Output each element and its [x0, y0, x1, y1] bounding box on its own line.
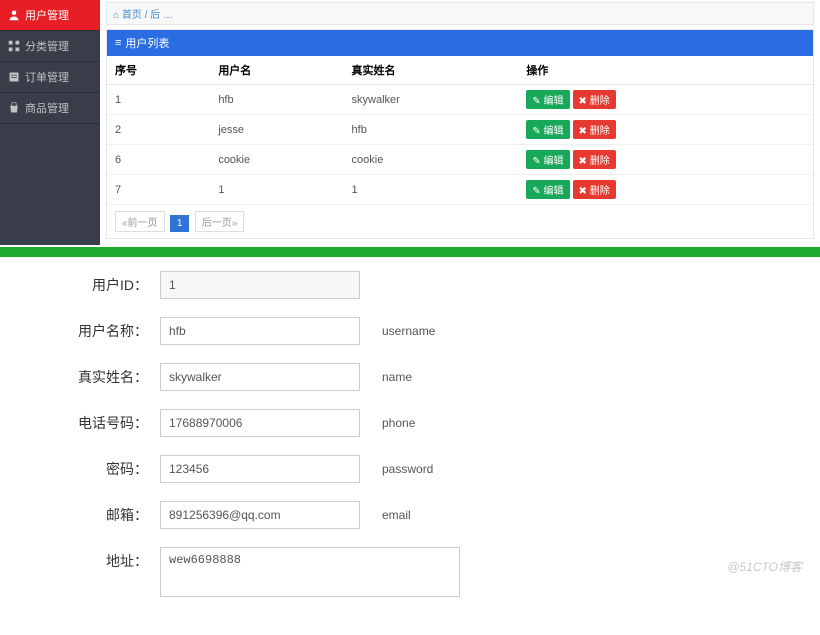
form-hint: username	[382, 317, 435, 345]
form-hint: name	[382, 363, 412, 391]
form-label: 用户ID：	[0, 271, 160, 299]
form-row: 电话号码： phone	[0, 409, 820, 437]
cell-realname: cookie	[344, 145, 519, 175]
form-label: 用户名称：	[0, 317, 160, 345]
cell-username: jesse	[210, 115, 343, 145]
sidebar-item-product[interactable]: 商品管理	[0, 93, 100, 124]
delete-button[interactable]: ✖ 删除	[573, 120, 616, 139]
user-icon	[8, 9, 20, 21]
divider-bar	[0, 247, 820, 257]
sidebar-item-category[interactable]: 分类管理	[0, 31, 100, 62]
col-username: 用户名	[210, 56, 343, 85]
delete-button[interactable]: ✖ 删除	[573, 150, 616, 169]
form-row: 邮箱： email	[0, 501, 820, 529]
form-input[interactable]	[160, 501, 360, 529]
edit-button[interactable]: ✎ 编辑	[526, 120, 569, 139]
edit-button[interactable]: ✎ 编辑	[526, 180, 569, 199]
cell-actions: ✎ 编辑✖ 删除	[518, 85, 813, 115]
cell-actions: ✎ 编辑✖ 删除	[518, 145, 813, 175]
panel-header: ≡ 用户列表	[107, 30, 813, 56]
cell-actions: ✎ 编辑✖ 删除	[518, 175, 813, 205]
form-label: 密码：	[0, 455, 160, 483]
edit-form: 用户ID： 用户名称： username 真实姓名： name 电话号码： phone 密码：…	[0, 257, 820, 635]
edit-button[interactable]: ✎ 编辑	[526, 150, 569, 169]
cell-id: 7	[107, 175, 210, 205]
cell-realname: skywalker	[344, 85, 519, 115]
form-row: 真实姓名： name	[0, 363, 820, 391]
watermark: @51CTO博客	[727, 558, 802, 575]
order-icon	[8, 71, 20, 83]
form-hint: password	[382, 455, 433, 483]
panel-title: 用户列表	[125, 35, 169, 51]
form-hint: phone	[382, 409, 415, 437]
cell-realname: hfb	[344, 115, 519, 145]
sidebar-item-users[interactable]: 用户管理	[0, 0, 100, 31]
sidebar-item-order[interactable]: 订单管理	[0, 62, 100, 93]
delete-button[interactable]: ✖ 删除	[573, 90, 616, 109]
form-label: 邮箱：	[0, 501, 160, 529]
breadcrumb-text: 首页 / 后 …	[122, 10, 173, 21]
form-label: 电话号码：	[0, 409, 160, 437]
breadcrumb: ⌂ 首页 / 后 …	[106, 2, 814, 25]
pager-prev[interactable]: «前一页	[115, 211, 165, 232]
cell-username: hfb	[210, 85, 343, 115]
cell-realname: 1	[344, 175, 519, 205]
col-actions: 操作	[518, 56, 813, 85]
form-row: 用户名称： username	[0, 317, 820, 345]
pager-current[interactable]: 1	[170, 215, 190, 232]
form-label: 地址：	[0, 547, 160, 575]
cell-username: cookie	[210, 145, 343, 175]
sidebar: 用户管理 分类管理 订单管理 商品管理	[0, 0, 100, 245]
sidebar-item-label: 商品管理	[25, 100, 69, 116]
col-realname: 真实姓名	[344, 56, 519, 85]
home-icon: ⌂	[113, 10, 119, 21]
delete-button[interactable]: ✖ 删除	[573, 180, 616, 199]
form-input[interactable]	[160, 317, 360, 345]
form-input[interactable]	[160, 547, 460, 597]
table-row: 711✎ 编辑✖ 删除	[107, 175, 813, 205]
edit-button[interactable]: ✎ 编辑	[526, 90, 569, 109]
sidebar-item-label: 订单管理	[25, 69, 69, 85]
col-id: 序号	[107, 56, 210, 85]
form-input[interactable]	[160, 363, 360, 391]
bag-icon	[8, 102, 20, 114]
pager: «前一页 1 后一页»	[107, 205, 813, 238]
grid-icon	[8, 40, 20, 52]
form-input[interactable]	[160, 409, 360, 437]
table-row: 1hfbskywalker✎ 编辑✖ 删除	[107, 85, 813, 115]
table-row: 6cookiecookie✎ 编辑✖ 删除	[107, 145, 813, 175]
form-input[interactable]	[160, 271, 360, 299]
form-row: 密码： password	[0, 455, 820, 483]
cell-actions: ✎ 编辑✖ 删除	[518, 115, 813, 145]
cell-id: 6	[107, 145, 210, 175]
cell-username: 1	[210, 175, 343, 205]
pager-next[interactable]: 后一页»	[195, 211, 245, 232]
list-icon: ≡	[115, 37, 121, 49]
user-table: 序号 用户名 真实姓名 操作 1hfbskywalker✎ 编辑✖ 删除2jes…	[107, 56, 813, 205]
main-content: ⌂ 首页 / 后 … ≡ 用户列表 序号 用户名 真实姓名 操作 1hfbsky…	[100, 0, 820, 245]
sidebar-item-label: 用户管理	[25, 7, 69, 23]
form-row: 地址：	[0, 547, 820, 597]
form-hint: email	[382, 501, 411, 529]
sidebar-item-label: 分类管理	[25, 38, 69, 54]
user-list-panel: ≡ 用户列表 序号 用户名 真实姓名 操作 1hfbskywalker✎ 编辑✖…	[106, 29, 814, 239]
table-row: 2jessehfb✎ 编辑✖ 删除	[107, 115, 813, 145]
form-input[interactable]	[160, 455, 360, 483]
form-row: 用户ID：	[0, 271, 820, 299]
form-label: 真实姓名：	[0, 363, 160, 391]
cell-id: 1	[107, 85, 210, 115]
cell-id: 2	[107, 115, 210, 145]
